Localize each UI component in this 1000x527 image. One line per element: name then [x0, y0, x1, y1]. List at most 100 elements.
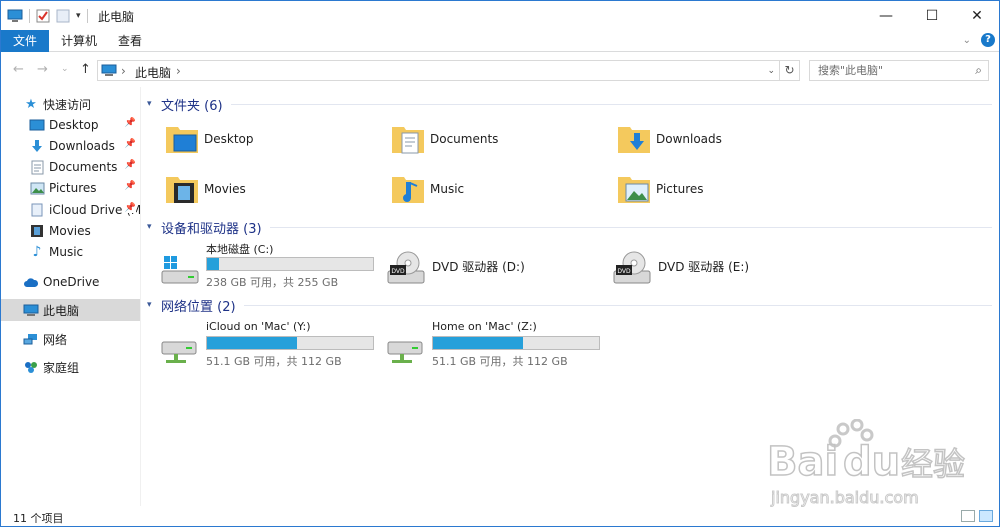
desktop-folder-icon — [166, 127, 198, 153]
movies-icon — [29, 223, 45, 239]
search-icon[interactable]: ⌕ — [975, 63, 982, 78]
minimize-button[interactable]: — — [863, 1, 909, 30]
up-arrow-icon[interactable]: ↑ — [80, 62, 91, 77]
forward-arrow-icon[interactable]: → — [37, 62, 48, 77]
folder-music[interactable]: Music — [390, 168, 464, 210]
folder-movies[interactable]: Movies — [164, 168, 246, 210]
documents-icon — [29, 159, 45, 175]
tab-computer[interactable]: 计算机 — [53, 30, 105, 52]
breadcrumb-this-pc[interactable]: 此电脑 — [135, 64, 171, 81]
group-title: 文件夹 (6) — [161, 98, 223, 114]
folder-label: Downloads — [656, 132, 722, 146]
drive-label: 本地磁盘 (C:) — [206, 243, 274, 256]
folder-documents[interactable]: Documents — [390, 118, 498, 160]
title-bar: ▾ 此电脑 — ☐ ✕ — [1, 1, 999, 30]
drive-usage-fill — [433, 337, 523, 349]
nav-item-downloads[interactable]: Downloads 📌 — [1, 135, 140, 157]
address-bar[interactable]: › 此电脑 › ⌄ — [97, 60, 780, 81]
pin-icon[interactable]: 📌 — [124, 181, 136, 191]
nav-item-movies[interactable]: Movies — [1, 220, 140, 242]
drive-free-space: 238 GB 可用，共 255 GB — [206, 276, 339, 289]
maximize-icon: ☐ — [925, 7, 939, 24]
customize-toolbar-icon[interactable]: ▾ — [76, 11, 81, 21]
nav-label: Movies — [49, 224, 91, 238]
nav-item-desktop[interactable]: Desktop 📌 — [1, 114, 140, 136]
group-network-header[interactable]: ▾ 网络位置 (2) — [147, 296, 992, 315]
new-folder-icon[interactable] — [56, 9, 70, 23]
folder-pictures[interactable]: Pictures — [616, 168, 704, 210]
drive-usage-fill — [207, 258, 219, 270]
network-drive-y[interactable]: iCloud on 'Mac' (Y:) 51.1 GB 可用，共 112 GB — [160, 320, 380, 372]
maximize-button[interactable]: ☐ — [909, 1, 955, 30]
movies-folder-icon — [166, 177, 198, 203]
breadcrumb-separator-icon[interactable]: › — [121, 64, 126, 78]
nav-onedrive[interactable]: OneDrive — [1, 271, 140, 293]
local-disk-icon — [161, 256, 199, 284]
help-icon[interactable]: ? — [981, 33, 995, 47]
nav-quick-access[interactable]: ★ 快速访问 — [1, 93, 140, 115]
nav-label: OneDrive — [43, 275, 100, 289]
pin-icon[interactable]: 📌 — [124, 118, 136, 128]
tab-view[interactable]: 查看 — [109, 30, 151, 52]
this-pc-icon[interactable] — [7, 9, 23, 23]
nav-item-music[interactable]: ♪ Music — [1, 241, 140, 263]
this-pc-icon — [101, 64, 117, 76]
network-drive-icon — [387, 341, 423, 363]
network-drive-z[interactable]: Home on 'Mac' (Z:) 51.1 GB 可用，共 112 GB — [386, 320, 606, 372]
pin-icon[interactable]: 📌 — [124, 203, 136, 213]
drive-usage-bar — [206, 336, 374, 350]
pin-icon[interactable]: 📌 — [124, 139, 136, 149]
nav-item-pictures[interactable]: Pictures 📌 — [1, 177, 140, 199]
nav-label: Pictures — [49, 181, 97, 195]
properties-icon[interactable] — [36, 9, 50, 23]
ribbon-tabs: 文件 计算机 查看 ⌄ ? — [1, 30, 999, 52]
pin-icon[interactable]: 📌 — [124, 160, 136, 170]
baidu-watermark: Bai du 经验 jingyan.baidu.com — [766, 419, 966, 508]
downloads-folder-icon — [618, 127, 650, 153]
music-icon: ♪ — [32, 244, 42, 260]
refresh-button[interactable]: ↻ — [780, 60, 800, 81]
drive-e[interactable]: DVD DVD 驱动器 (E:) — [612, 241, 832, 293]
this-pc-icon — [23, 302, 39, 318]
group-title: 网络位置 (2) — [161, 299, 236, 315]
group-devices-header[interactable]: ▾ 设备和驱动器 (3) — [147, 218, 992, 237]
expand-ribbon-icon[interactable]: ⌄ — [963, 35, 971, 46]
breadcrumb-separator-icon[interactable]: › — [176, 64, 181, 78]
watermark-brand: Bai — [767, 439, 838, 485]
back-arrow-icon[interactable]: ← — [13, 62, 24, 77]
watermark-brand-end: du — [843, 439, 900, 485]
tab-file[interactable]: 文件 — [1, 30, 49, 52]
drive-label: iCloud on 'Mac' (Y:) — [206, 320, 311, 333]
nav-network[interactable]: 网络 — [1, 328, 140, 350]
drive-free-space: 51.1 GB 可用，共 112 GB — [206, 355, 342, 368]
group-folders-header[interactable]: ▾ 文件夹 (6) — [147, 95, 992, 114]
nav-label: 快速访问 — [43, 97, 92, 112]
large-icons-view-icon[interactable] — [979, 510, 993, 522]
address-dropdown-icon[interactable]: ⌄ — [767, 66, 775, 76]
nav-this-pc[interactable]: 此电脑 — [1, 299, 140, 321]
nav-label: 此电脑 — [43, 303, 80, 318]
network-drive-icon — [161, 341, 197, 363]
drive-c[interactable]: 本地磁盘 (C:) 238 GB 可用，共 255 GB — [160, 241, 380, 293]
folder-downloads[interactable]: Downloads — [616, 118, 722, 160]
search-input[interactable] — [818, 61, 968, 80]
dvd-drive-icon: DVD — [387, 251, 425, 284]
desktop-icon — [29, 117, 45, 133]
nav-item-documents[interactable]: Documents 📌 — [1, 156, 140, 178]
folder-desktop[interactable]: Desktop — [164, 118, 254, 160]
homegroup-icon — [23, 359, 39, 375]
group-divider — [230, 103, 992, 105]
nav-item-icloud-drive[interactable]: iCloud Drive (M 📌 — [1, 199, 140, 221]
drive-d[interactable]: DVD DVD 驱动器 (D:) — [386, 241, 606, 293]
watermark-url: jingyan.baidu.com — [770, 488, 919, 507]
nav-label: Documents — [49, 160, 118, 174]
drive-label: DVD 驱动器 (E:) — [658, 260, 750, 274]
group-title: 设备和驱动器 (3) — [161, 221, 262, 237]
nav-homegroup[interactable]: 家庭组 — [1, 356, 140, 378]
close-button[interactable]: ✕ — [954, 1, 1000, 30]
music-folder-icon — [392, 177, 424, 203]
svg-text:DVD: DVD — [617, 268, 631, 275]
close-icon: ✕ — [971, 7, 983, 24]
details-view-icon[interactable] — [961, 510, 975, 522]
recent-locations-icon[interactable]: ⌄ — [61, 64, 69, 74]
